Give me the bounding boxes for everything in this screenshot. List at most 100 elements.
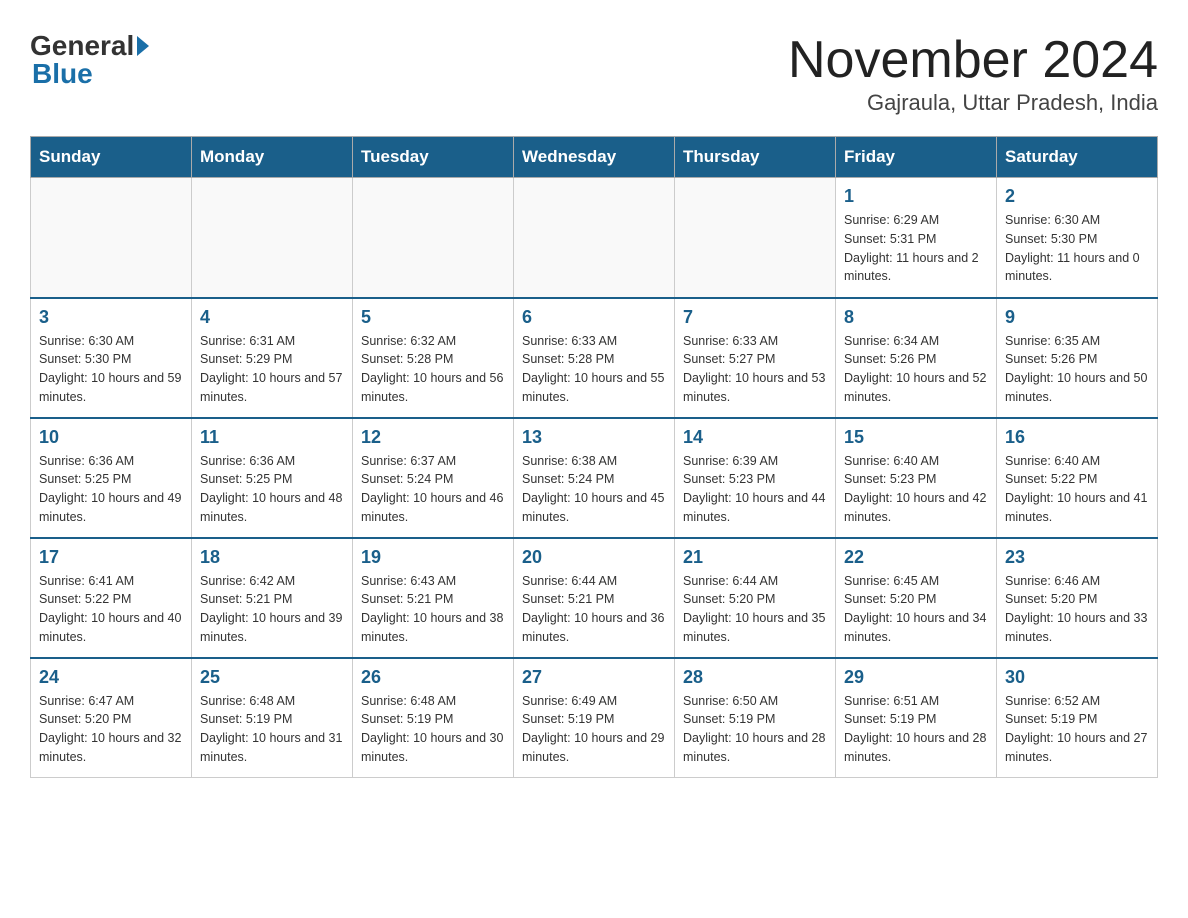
calendar-cell: 16 Sunrise: 6:40 AMSunset: 5:22 PMDayligh… xyxy=(997,418,1158,538)
weekday-header-friday: Friday xyxy=(836,137,997,178)
day-info: Sunrise: 6:45 AMSunset: 5:20 PMDaylight:… xyxy=(844,572,988,647)
day-number: 24 xyxy=(39,667,183,688)
day-number: 4 xyxy=(200,307,344,328)
calendar-cell xyxy=(514,178,675,298)
day-number: 1 xyxy=(844,186,988,207)
day-number: 30 xyxy=(1005,667,1149,688)
calendar-cell: 10Sunrise: 6:36 AMSunset: 5:25 PMDayligh… xyxy=(31,418,192,538)
day-number: 15 xyxy=(844,427,988,448)
day-number: 2 xyxy=(1005,186,1149,207)
calendar-week-row: 17 Sunrise: 6:41 AMSunset: 5:22 PMDayligh… xyxy=(31,538,1158,658)
day-info: Sunrise: 6:40 AMSunset: 5:23 PMDaylight:… xyxy=(844,452,988,527)
calendar-cell: 18 Sunrise: 6:42 AMSunset: 5:21 PMDayligh… xyxy=(192,538,353,658)
weekday-header-saturday: Saturday xyxy=(997,137,1158,178)
day-number: 17 xyxy=(39,547,183,568)
day-number: 13 xyxy=(522,427,666,448)
calendar-cell xyxy=(675,178,836,298)
weekday-header-wednesday: Wednesday xyxy=(514,137,675,178)
day-number: 22 xyxy=(844,547,988,568)
calendar-cell: 14Sunrise: 6:39 AMSunset: 5:23 PMDayligh… xyxy=(675,418,836,538)
day-number: 28 xyxy=(683,667,827,688)
day-info: Sunrise: 6:36 AMSunset: 5:25 PMDaylight:… xyxy=(200,452,344,527)
day-info: Sunrise: 6:29 AMSunset: 5:31 PMDaylight:… xyxy=(844,211,988,286)
calendar-cell: 11 Sunrise: 6:36 AMSunset: 5:25 PMDayligh… xyxy=(192,418,353,538)
day-info: Sunrise: 6:42 AMSunset: 5:21 PMDaylight:… xyxy=(200,572,344,647)
weekday-header-thursday: Thursday xyxy=(675,137,836,178)
day-number: 19 xyxy=(361,547,505,568)
day-info: Sunrise: 6:32 AMSunset: 5:28 PMDaylight:… xyxy=(361,332,505,407)
calendar-cell: 7 Sunrise: 6:33 AMSunset: 5:27 PMDaylight… xyxy=(675,298,836,418)
day-number: 27 xyxy=(522,667,666,688)
calendar-cell: 17 Sunrise: 6:41 AMSunset: 5:22 PMDayligh… xyxy=(31,538,192,658)
calendar-cell: 21 Sunrise: 6:44 AMSunset: 5:20 PMDayligh… xyxy=(675,538,836,658)
calendar-cell: 1 Sunrise: 6:29 AMSunset: 5:31 PMDaylight… xyxy=(836,178,997,298)
day-info: Sunrise: 6:34 AMSunset: 5:26 PMDaylight:… xyxy=(844,332,988,407)
day-info: Sunrise: 6:30 AMSunset: 5:30 PMDaylight:… xyxy=(1005,211,1149,286)
day-info: Sunrise: 6:51 AMSunset: 5:19 PMDaylight:… xyxy=(844,692,988,767)
day-number: 23 xyxy=(1005,547,1149,568)
location: Gajraula, Uttar Pradesh, India xyxy=(788,90,1158,116)
day-info: Sunrise: 6:44 AMSunset: 5:21 PMDaylight:… xyxy=(522,572,666,647)
calendar-week-row: 3Sunrise: 6:30 AMSunset: 5:30 PMDaylight… xyxy=(31,298,1158,418)
calendar-cell: 22 Sunrise: 6:45 AMSunset: 5:20 PMDayligh… xyxy=(836,538,997,658)
calendar-cell: 9Sunrise: 6:35 AMSunset: 5:26 PMDaylight… xyxy=(997,298,1158,418)
day-info: Sunrise: 6:30 AMSunset: 5:30 PMDaylight:… xyxy=(39,332,183,407)
day-info: Sunrise: 6:41 AMSunset: 5:22 PMDaylight:… xyxy=(39,572,183,647)
calendar-cell: 12 Sunrise: 6:37 AMSunset: 5:24 PMDayligh… xyxy=(353,418,514,538)
calendar-cell: 15 Sunrise: 6:40 AMSunset: 5:23 PMDayligh… xyxy=(836,418,997,538)
day-info: Sunrise: 6:44 AMSunset: 5:20 PMDaylight:… xyxy=(683,572,827,647)
calendar-cell: 2 Sunrise: 6:30 AMSunset: 5:30 PMDaylight… xyxy=(997,178,1158,298)
day-info: Sunrise: 6:48 AMSunset: 5:19 PMDaylight:… xyxy=(361,692,505,767)
day-info: Sunrise: 6:31 AMSunset: 5:29 PMDaylight:… xyxy=(200,332,344,407)
day-number: 8 xyxy=(844,307,988,328)
calendar-cell: 13 Sunrise: 6:38 AMSunset: 5:24 PMDayligh… xyxy=(514,418,675,538)
calendar-cell: 3Sunrise: 6:30 AMSunset: 5:30 PMDaylight… xyxy=(31,298,192,418)
calendar-cell xyxy=(31,178,192,298)
day-number: 11 xyxy=(200,427,344,448)
day-number: 7 xyxy=(683,307,827,328)
day-info: Sunrise: 6:49 AMSunset: 5:19 PMDaylight:… xyxy=(522,692,666,767)
day-info: Sunrise: 6:43 AMSunset: 5:21 PMDaylight:… xyxy=(361,572,505,647)
calendar-cell: 23 Sunrise: 6:46 AMSunset: 5:20 PMDayligh… xyxy=(997,538,1158,658)
day-number: 16 xyxy=(1005,427,1149,448)
day-number: 20 xyxy=(522,547,666,568)
day-info: Sunrise: 6:50 AMSunset: 5:19 PMDaylight:… xyxy=(683,692,827,767)
day-info: Sunrise: 6:47 AMSunset: 5:20 PMDaylight:… xyxy=(39,692,183,767)
page-header: General Blue November 2024 Gajraula, Utt… xyxy=(30,30,1158,116)
calendar-cell xyxy=(192,178,353,298)
calendar-cell: 29 Sunrise: 6:51 AMSunset: 5:19 PMDayligh… xyxy=(836,658,997,778)
day-info: Sunrise: 6:33 AMSunset: 5:28 PMDaylight:… xyxy=(522,332,666,407)
day-info: Sunrise: 6:37 AMSunset: 5:24 PMDaylight:… xyxy=(361,452,505,527)
day-number: 21 xyxy=(683,547,827,568)
calendar-cell: 19 Sunrise: 6:43 AMSunset: 5:21 PMDayligh… xyxy=(353,538,514,658)
calendar-cell: 4 Sunrise: 6:31 AMSunset: 5:29 PMDaylight… xyxy=(192,298,353,418)
calendar-cell: 20 Sunrise: 6:44 AMSunset: 5:21 PMDayligh… xyxy=(514,538,675,658)
calendar-table: SundayMondayTuesdayWednesdayThursdayFrid… xyxy=(30,136,1158,778)
calendar-header-row: SundayMondayTuesdayWednesdayThursdayFrid… xyxy=(31,137,1158,178)
day-number: 9 xyxy=(1005,307,1149,328)
logo-blue: Blue xyxy=(32,58,93,89)
calendar-week-row: 24 Sunrise: 6:47 AMSunset: 5:20 PMDayligh… xyxy=(31,658,1158,778)
day-info: Sunrise: 6:52 AMSunset: 5:19 PMDaylight:… xyxy=(1005,692,1149,767)
calendar-cell: 6 Sunrise: 6:33 AMSunset: 5:28 PMDaylight… xyxy=(514,298,675,418)
day-info: Sunrise: 6:48 AMSunset: 5:19 PMDaylight:… xyxy=(200,692,344,767)
calendar-cell: 26Sunrise: 6:48 AMSunset: 5:19 PMDayligh… xyxy=(353,658,514,778)
day-info: Sunrise: 6:38 AMSunset: 5:24 PMDaylight:… xyxy=(522,452,666,527)
calendar-cell: 30 Sunrise: 6:52 AMSunset: 5:19 PMDayligh… xyxy=(997,658,1158,778)
calendar-cell: 25Sunrise: 6:48 AMSunset: 5:19 PMDayligh… xyxy=(192,658,353,778)
logo-arrow-icon xyxy=(137,36,149,56)
day-info: Sunrise: 6:33 AMSunset: 5:27 PMDaylight:… xyxy=(683,332,827,407)
day-number: 6 xyxy=(522,307,666,328)
month-title: November 2024 xyxy=(788,30,1158,90)
day-number: 10 xyxy=(39,427,183,448)
day-number: 5 xyxy=(361,307,505,328)
weekday-header-sunday: Sunday xyxy=(31,137,192,178)
weekday-header-monday: Monday xyxy=(192,137,353,178)
day-number: 12 xyxy=(361,427,505,448)
day-number: 18 xyxy=(200,547,344,568)
day-info: Sunrise: 6:46 AMSunset: 5:20 PMDaylight:… xyxy=(1005,572,1149,647)
calendar-cell: 5 Sunrise: 6:32 AMSunset: 5:28 PMDaylight… xyxy=(353,298,514,418)
day-info: Sunrise: 6:40 AMSunset: 5:22 PMDaylight:… xyxy=(1005,452,1149,527)
calendar-week-row: 1 Sunrise: 6:29 AMSunset: 5:31 PMDaylight… xyxy=(31,178,1158,298)
day-number: 29 xyxy=(844,667,988,688)
